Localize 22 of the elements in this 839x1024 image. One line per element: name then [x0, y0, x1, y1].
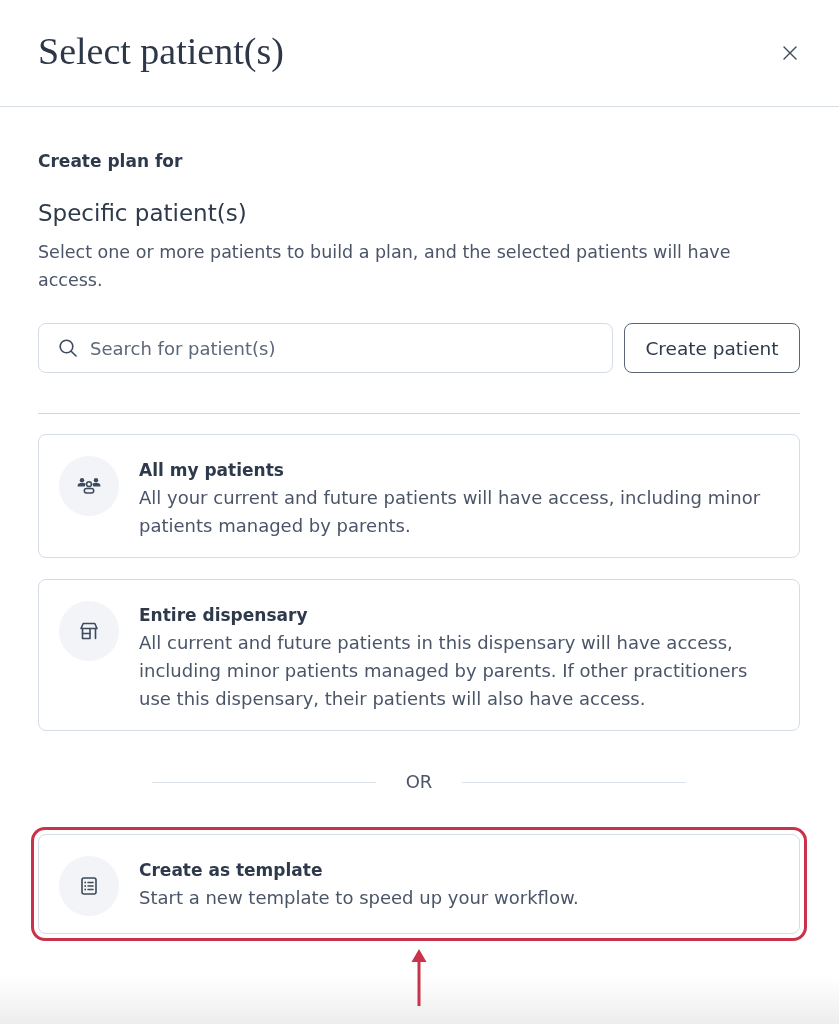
option-title: All my patients [139, 459, 285, 482]
search-icon [59, 339, 77, 357]
checklist-icon [59, 856, 119, 916]
store-icon [59, 601, 119, 661]
option-description: All your current and future patients will have access, including minor patients managed by parents. [139, 486, 762, 538]
option-description: All current and future patients in this dispensary will have access, including minor patients managed by parents. If other practitioners use this dispensary, their patients will also have access. [139, 631, 749, 711]
section-label: Create plan for [38, 151, 184, 171]
close-icon[interactable] [783, 46, 797, 60]
separator-label: OR [405, 772, 433, 792]
people-icon [59, 456, 119, 516]
create-patient-button[interactable]: Create patient [624, 323, 800, 373]
option-title: Entire dispensary [139, 604, 309, 627]
search-field[interactable]: Search for patient(s) [38, 323, 613, 373]
option-card[interactable]: All my patients All your current and future patients will have access, including minor patients managed by parents. [38, 434, 800, 558]
option-title: Create as template [139, 859, 324, 882]
dialog-title: Select patient(s) [38, 29, 284, 75]
section-description: Select one or more patients to build a plan, and the selected patients will have access. [38, 241, 732, 292]
option-card[interactable] [38, 579, 800, 731]
annotation-arrow [411, 949, 427, 1006]
section-heading: Specific patient(s) [38, 199, 248, 227]
option-description: Start a new template to speed up your workflow. [139, 886, 580, 910]
option-card[interactable]: Create as template Start a new template to speed up your workflow. [38, 834, 800, 934]
